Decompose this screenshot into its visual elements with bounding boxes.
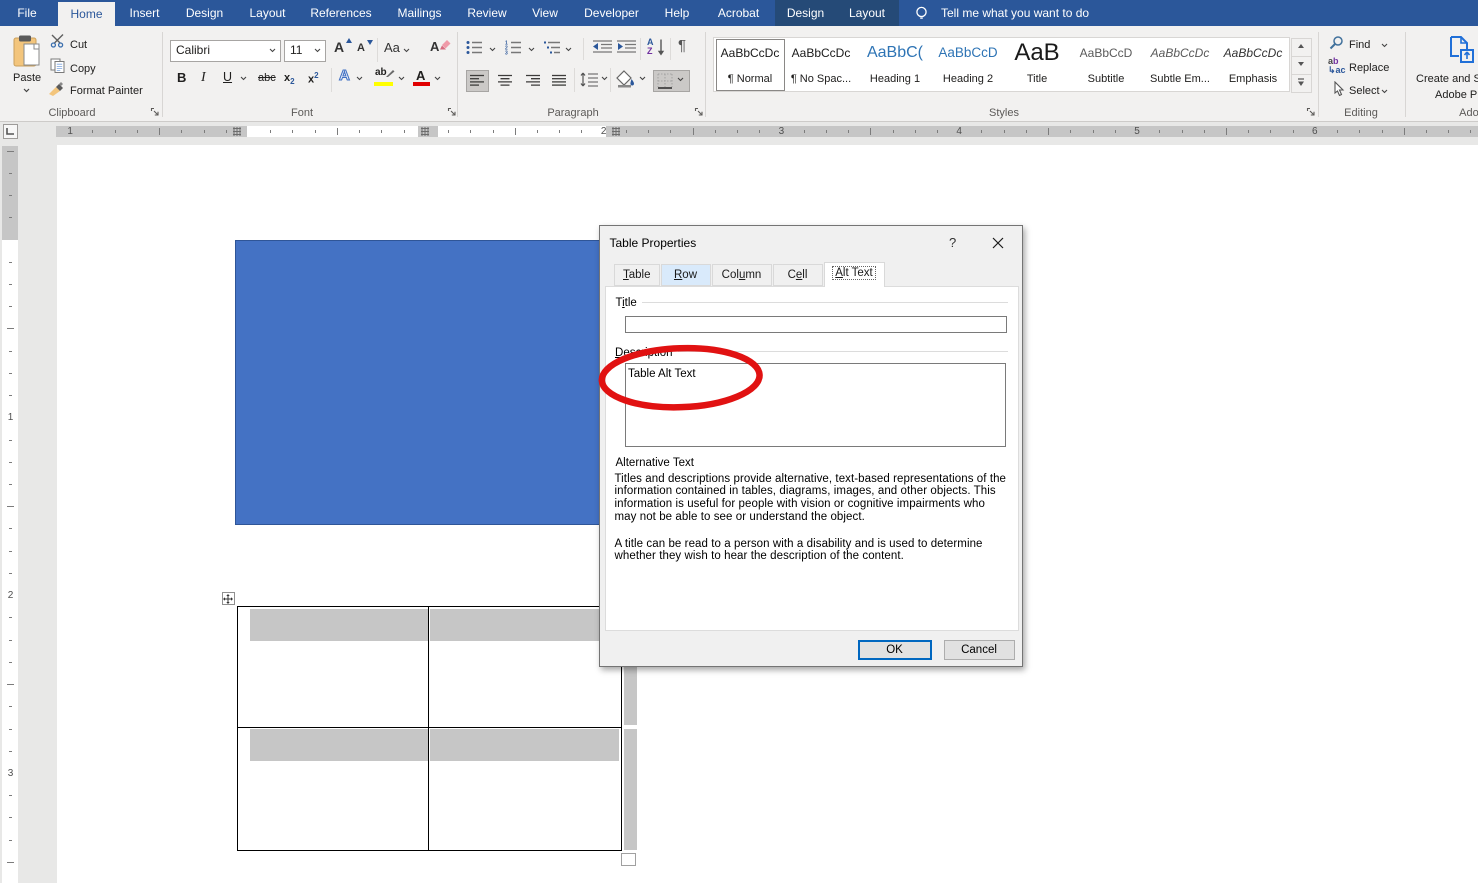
svg-text:3: 3 bbox=[505, 51, 508, 56]
